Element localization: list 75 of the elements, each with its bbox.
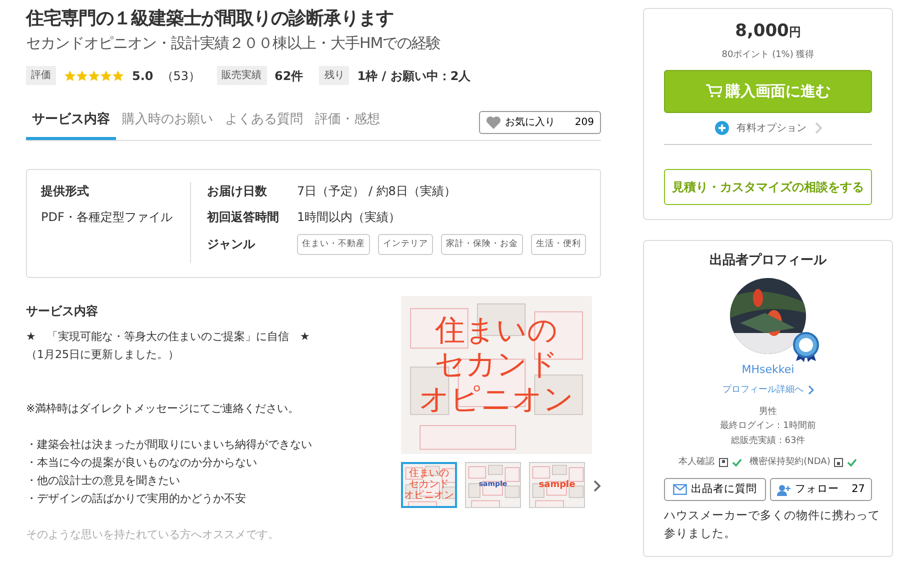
profile-fact: 男性 <box>758 406 778 419</box>
description-text: ・本当に今の提案が良いものなのか分からない <box>26 454 258 471</box>
description-text: ・他の設計士の意見を聞きたい <box>26 472 181 489</box>
currency: 円 <box>788 25 801 39</box>
cart-icon <box>706 84 722 98</box>
chevron-right-icon <box>808 385 814 396</box>
star-icon <box>88 70 100 82</box>
stat-value: 1枠 / お願い中：2人 <box>357 68 471 85</box>
profile-heading: 出品者プロフィール <box>708 252 828 270</box>
image-caption: オピニオン <box>419 382 574 418</box>
thumbnail-button[interactable]: 住まいの セカンド オピニオン <box>401 462 457 508</box>
section-heading: サービス内容 <box>26 302 99 320</box>
profile-fact: 総販売実績：63件 <box>730 434 806 448</box>
description-text: ★ 「実現可能な・等身大の住まいのご提案」に自信 ★ <box>26 328 311 345</box>
description-text: そのような思いを持たれている方へオススメです。 <box>26 526 280 543</box>
profile-detail-link[interactable]: プロフィール詳細へ <box>722 384 814 397</box>
info-value: 1時間以内（実績） <box>297 209 401 226</box>
points-text: 80ポイント (1%) 獲得 <box>720 48 816 62</box>
genre-tag[interactable]: 家計・保険・お金 <box>441 234 523 255</box>
tab[interactable]: よくある質問 <box>219 102 309 140</box>
profile-fact: 最終ログイン：1時間前 <box>719 420 817 434</box>
tab[interactable]: 購入時のお願い <box>116 102 219 140</box>
image-caption: セカンド <box>434 348 558 383</box>
seller-bio: ハウスメーカーで多くの物件に携わって <box>664 507 880 524</box>
description-text: ※満枠時はダイレクトメッセージにてご連絡ください。 <box>26 400 300 417</box>
id-card-icon <box>718 458 728 468</box>
tab[interactable]: サービス内容 <box>26 102 116 140</box>
tab[interactable]: 評価・感想 <box>309 102 386 140</box>
verification-label: 機密保持契約(NDA) <box>750 456 830 470</box>
description-text: ・建築会社は決まったが間取りにいまいち納得ができない <box>26 436 312 453</box>
thumbnail-button[interactable]: sample <box>529 462 585 508</box>
description-text: ・デザインの話ばかりで実用的かどうか不安 <box>26 490 247 507</box>
star-icon <box>100 70 112 82</box>
thumbnail-caption: オピニオン <box>404 490 454 501</box>
thumbnail-caption: セカンド <box>409 478 449 490</box>
rating-score: 5.0 <box>132 68 154 85</box>
verification-label: 本人確認 <box>678 456 715 470</box>
seller-bio: 参りました。 <box>664 524 736 542</box>
page-title: 住宅専門の１級建築士が間取りの診断承ります <box>26 8 394 30</box>
stat-label: 残り <box>319 66 350 86</box>
envelope-icon <box>673 484 687 496</box>
description-text: （1月25日に更新しました。） <box>26 346 180 363</box>
plus-circle-icon <box>714 121 728 135</box>
stat-label: 評価 <box>26 66 56 86</box>
heart-icon <box>486 116 501 130</box>
genre-tag[interactable]: インテリア <box>378 234 433 255</box>
info-value: PDF・各種定型ファイル <box>41 209 174 226</box>
genre-tag[interactable]: 生活・便利 <box>531 234 586 255</box>
star-icon <box>112 70 124 82</box>
image-caption: 住まいの <box>435 314 558 348</box>
follow-button[interactable]: フォロー 27 <box>770 478 872 502</box>
stat-label: 販売実績 <box>216 66 267 86</box>
user-plus-icon <box>777 484 791 496</box>
info-label: 提供形式 <box>41 183 90 200</box>
star-icon <box>64 70 76 82</box>
ask-button[interactable]: 出品者に質問 <box>664 478 766 502</box>
stat-value: 62件 <box>274 68 304 85</box>
favorite-button[interactable]: お気に入り 209 <box>478 111 601 134</box>
info-label: お届け日数 <box>207 183 268 200</box>
thumbnail-caption: sample <box>538 478 576 492</box>
consult-button[interactable]: 見積り・カスタマイズの相談をする <box>664 168 872 204</box>
seller-name-link[interactable]: MHsekkei <box>664 362 872 378</box>
chevron-right-icon <box>814 122 822 134</box>
info-label: ジャンル <box>207 236 256 254</box>
review-count: （53） <box>161 68 201 85</box>
thumbnail-caption: 住まいの <box>409 468 449 479</box>
price: 8,000 <box>735 21 789 41</box>
badge-icon <box>792 332 820 362</box>
option-link[interactable]: 有料オプション <box>664 120 872 136</box>
genre-tag[interactable]: 住まい・不動産 <box>297 234 370 255</box>
info-value: 7日（予定） / 約8日（実績） <box>297 183 456 200</box>
star-icon <box>76 70 88 82</box>
info-label: 初回返答時間 <box>207 209 280 226</box>
chevron-right-icon <box>593 480 601 492</box>
page-subtitle: セカンドオピニオン・設計実績２００棟以上・大手HMでの経験 <box>26 32 442 54</box>
